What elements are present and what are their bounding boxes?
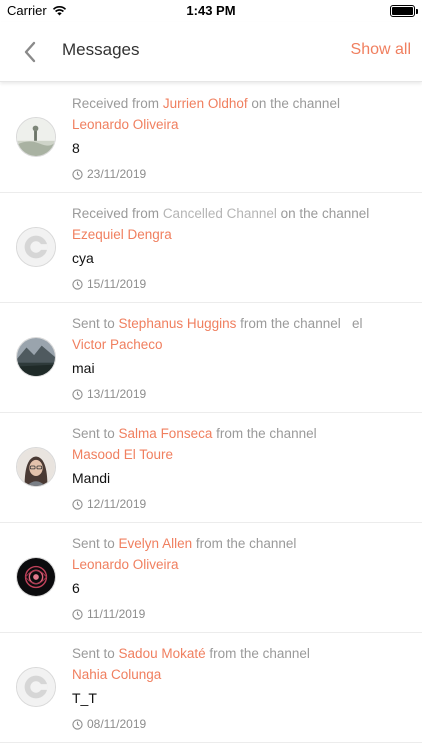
message-item[interactable]: Received from Cancelled Channel on the c… — [0, 193, 422, 303]
message-item[interactable]: Sent to Evelyn Allen from the channel Le… — [0, 523, 422, 633]
person-link[interactable]: Jurrien Oldhof — [163, 96, 248, 111]
message-item[interactable]: Sent to Sadou Mokaté from the channel Na… — [0, 633, 422, 743]
person-link[interactable]: Sadou Mokaté — [119, 646, 206, 661]
message-content: Received from Cancelled Channel on the c… — [72, 203, 412, 292]
back-button[interactable] — [16, 38, 44, 66]
message-item[interactable]: Sent to Salma Fonseca from the channel M… — [0, 413, 422, 523]
channel-label: from the channel — [216, 426, 317, 441]
message-content: Sent to Salma Fonseca from the channel M… — [72, 423, 412, 512]
channel-label: from the channel — [195, 536, 297, 551]
message-date: 08/11/2019 — [72, 716, 412, 732]
channel-link[interactable]: Victor Pacheco — [72, 334, 412, 355]
avatar — [16, 557, 56, 597]
message-header: Received from Cancelled Channel on the c… — [72, 203, 412, 224]
rose-art-image — [17, 558, 55, 596]
date-text: 12/11/2019 — [87, 497, 147, 511]
direction-label: Sent to — [72, 426, 115, 441]
message-item[interactable]: Sent to Stephanus Huggins from the chann… — [0, 303, 422, 413]
channel-link[interactable]: Leonardo Oliveira — [72, 114, 412, 135]
date-text: 23/11/2019 — [87, 167, 147, 181]
message-text: 6 — [72, 580, 80, 596]
message-content: Received from Jurrien Oldhof on the chan… — [72, 93, 412, 182]
default-logo-image — [17, 228, 55, 266]
person-link[interactable]: Evelyn Allen — [119, 536, 193, 551]
message-header: Sent to Sadou Mokaté from the channel — [72, 643, 412, 664]
direction-label: Sent to — [72, 646, 115, 661]
message-text: 8 — [72, 140, 80, 156]
clock-icon — [72, 388, 83, 400]
channel-label: on the channel — [280, 206, 370, 221]
date-text: 15/11/2019 — [87, 277, 147, 291]
avatar — [16, 447, 56, 487]
clock-icon — [72, 498, 83, 510]
clock-icon — [72, 168, 83, 180]
date-text: 13/11/2019 — [87, 387, 147, 401]
direction-label: Sent to — [72, 316, 115, 331]
date-text: 11/11/2019 — [87, 607, 146, 621]
channel-label: on the channel — [251, 96, 340, 111]
clock-icon — [72, 278, 83, 290]
channel-link[interactable]: Nahia Colunga — [72, 664, 412, 685]
message-content: Sent to Stephanus Huggins from the chann… — [72, 313, 412, 402]
person-link[interactable]: Salma Fonseca — [119, 426, 213, 441]
landscape-mist-image — [17, 118, 55, 156]
message-date: 13/11/2019 — [72, 386, 412, 402]
message-header: Received from Jurrien Oldhof on the chan… — [72, 93, 412, 114]
avatar — [16, 227, 56, 267]
channel-label: from the channel el — [240, 316, 363, 331]
message-text: Mandi — [72, 470, 111, 486]
battery-icon — [390, 5, 418, 17]
message-date: 11/11/2019 — [72, 606, 412, 622]
direction-label: Received from — [72, 96, 160, 111]
message-header: Sent to Salma Fonseca from the channel — [72, 423, 412, 444]
show-all-button[interactable]: Show all — [351, 41, 411, 59]
clock-icon — [72, 608, 83, 620]
channel-label: from the channel — [209, 646, 310, 661]
message-header: Sent to Evelyn Allen from the channel — [72, 533, 412, 554]
chevron-left-icon — [24, 41, 36, 63]
status-time: 1:43 PM — [186, 3, 236, 18]
message-text: cya — [72, 250, 94, 266]
message-item[interactable]: Received from Jurrien Oldhof on the chan… — [0, 83, 422, 193]
portrait-image — [17, 448, 55, 486]
avatar — [16, 667, 56, 707]
person-link[interactable]: Stephanus Huggins — [119, 316, 237, 331]
clock-icon — [72, 718, 83, 730]
message-text: T_T — [72, 690, 97, 706]
channel-link[interactable]: Masood El Toure — [72, 444, 412, 465]
date-text: 08/11/2019 — [87, 717, 147, 731]
channel-link[interactable]: Ezequiel Dengra — [72, 224, 412, 245]
message-list: Received from Jurrien Oldhof on the chan… — [0, 83, 422, 743]
direction-label: Sent to — [72, 536, 115, 551]
message-date: 15/11/2019 — [72, 276, 412, 292]
channel-link[interactable]: Leonardo Oliveira — [72, 554, 412, 575]
avatar — [16, 117, 56, 157]
direction-label: Received from — [72, 206, 160, 221]
avatar — [16, 337, 56, 377]
message-date: 12/11/2019 — [72, 496, 412, 512]
mountain-lake-image — [17, 338, 55, 376]
message-header: Sent to Stephanus Huggins from the chann… — [72, 313, 412, 334]
default-logo-image — [17, 668, 55, 706]
page-title: Messages — [62, 40, 140, 59]
person-link[interactable]: Cancelled Channel — [163, 206, 277, 221]
nav-bar: Messages Show all — [0, 22, 422, 82]
message-content: Sent to Sadou Mokaté from the channel Na… — [72, 643, 412, 732]
message-content: Sent to Evelyn Allen from the channel Le… — [72, 533, 412, 622]
status-bar: Carrier 1:43 PM — [0, 0, 422, 22]
message-text: mai — [72, 360, 95, 376]
message-date: 23/11/2019 — [72, 166, 412, 182]
